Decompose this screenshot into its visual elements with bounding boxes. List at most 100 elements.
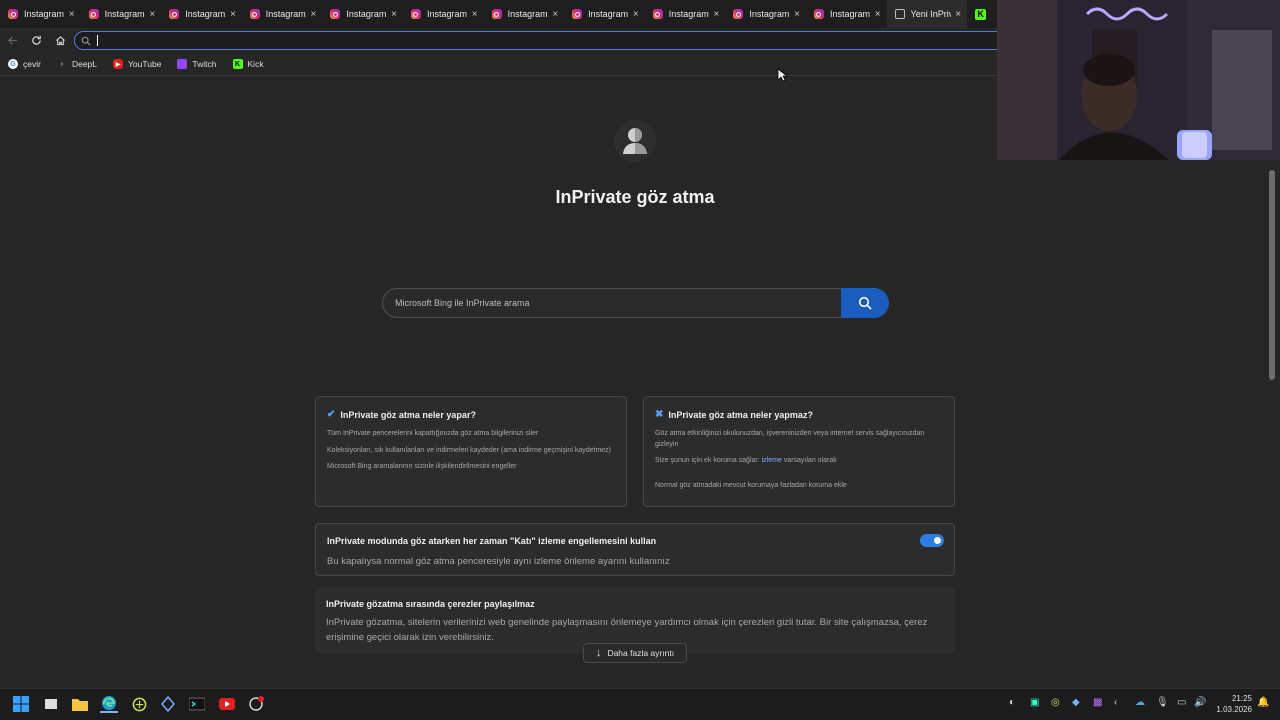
tray-app-icon[interactable]: ☁ bbox=[1135, 697, 1145, 708]
favorite-label: Kick bbox=[247, 59, 264, 69]
tab-strip: Instagram - × Instagram × Instagram × Insta… bbox=[0, 0, 1000, 28]
tab-label: Instagram bbox=[829, 9, 870, 19]
tab-instagram-4[interactable]: Instagram × bbox=[242, 0, 323, 28]
clock-time: 21:25 bbox=[1231, 694, 1252, 703]
refresh-button[interactable] bbox=[24, 28, 48, 52]
windows-icon bbox=[13, 696, 29, 712]
favorite-twitch[interactable]: Twitch bbox=[177, 59, 217, 69]
home-icon bbox=[55, 35, 65, 45]
clock[interactable]: 21:25 1.03.2026 bbox=[1206, 693, 1252, 715]
page-title: InPrivate göz atma bbox=[555, 187, 715, 207]
webcam-overlay bbox=[997, 0, 1280, 160]
setting-title: InPrivate modunda göz atarken her zaman … bbox=[327, 536, 657, 546]
search-icon bbox=[81, 36, 91, 46]
home-button[interactable] bbox=[48, 28, 72, 52]
card-item: Tüm InPrivate pencerelerini kapattığınız… bbox=[327, 430, 539, 437]
terminal-button[interactable] bbox=[188, 695, 206, 713]
close-icon[interactable]: × bbox=[311, 9, 317, 20]
edge-button[interactable] bbox=[100, 695, 118, 713]
youtube-app-button[interactable] bbox=[218, 695, 236, 713]
favorite-deepl[interactable]: › DeepL bbox=[57, 59, 97, 69]
tab-label: Instagram bbox=[265, 9, 306, 19]
start-button[interactable] bbox=[12, 695, 30, 713]
strict-tracking-setting: InPrivate modunda göz atarken her zaman … bbox=[315, 523, 955, 576]
youtube-icon: ▶ bbox=[113, 59, 124, 69]
favorite-label: Twitch bbox=[192, 59, 217, 69]
close-icon[interactable]: × bbox=[875, 9, 881, 20]
app-circle-button[interactable] bbox=[130, 695, 148, 713]
tray-app-icon[interactable]: ▩ bbox=[1093, 697, 1102, 708]
tab-label: Instagram - bbox=[24, 9, 65, 19]
strict-tracking-toggle[interactable] bbox=[920, 534, 944, 547]
clock-date: 1.03.2026 bbox=[1216, 705, 1252, 714]
tray-app-icon[interactable]: ◆ bbox=[1072, 697, 1080, 708]
favorite-google-translate[interactable]: Gçevir bbox=[8, 59, 41, 69]
search-button[interactable] bbox=[841, 288, 889, 318]
favorite-kick[interactable]: K Kick bbox=[232, 59, 264, 69]
task-view-button[interactable] bbox=[42, 695, 60, 713]
google-icon: G bbox=[8, 59, 18, 69]
tab-instagram-2[interactable]: Instagram × bbox=[81, 0, 162, 28]
setting-description: Bu kapalıysa normal göz atma penceresiyl… bbox=[327, 556, 670, 567]
tab-instagram-1[interactable]: Instagram - × bbox=[0, 0, 81, 28]
card-item: Göz atma etkinliğinizi okulunuzdan, işve… bbox=[655, 430, 925, 448]
close-icon[interactable]: × bbox=[391, 9, 397, 20]
close-icon[interactable]: × bbox=[633, 9, 639, 20]
tracking-link[interactable]: izleme bbox=[762, 457, 782, 464]
app-circle-icon bbox=[132, 697, 146, 711]
tab-instagram-5[interactable]: Instagram × bbox=[322, 0, 403, 28]
address-bar[interactable] bbox=[74, 31, 1000, 50]
card-item: Normal göz atmadaki mevcut korumaya fazl… bbox=[655, 481, 847, 489]
instagram-icon bbox=[733, 9, 744, 19]
kick-icon: K bbox=[975, 8, 987, 20]
inprivate-avatar bbox=[614, 120, 656, 162]
more-details-label: Daha fazla ayrıntı bbox=[607, 648, 675, 658]
tab-instagram-3[interactable]: Instagram × bbox=[161, 0, 242, 28]
close-icon[interactable]: × bbox=[955, 9, 961, 20]
network-icon[interactable]: ▭ bbox=[1177, 697, 1186, 708]
scrollbar-thumb[interactable] bbox=[1269, 170, 1275, 380]
close-icon[interactable]: × bbox=[552, 9, 558, 20]
close-icon[interactable]: × bbox=[149, 9, 155, 20]
instagram-icon bbox=[8, 9, 18, 19]
edge-icon bbox=[102, 696, 116, 710]
tab-instagram-6[interactable]: Instagram × bbox=[403, 0, 484, 28]
chevron-up-icon[interactable]: ‹ bbox=[1114, 697, 1117, 708]
tab-label: Instagram bbox=[426, 9, 467, 19]
tab-kick[interactable]: K bbox=[967, 0, 997, 28]
volume-icon[interactable]: 🔊 bbox=[1194, 697, 1206, 708]
close-icon[interactable]: × bbox=[794, 9, 800, 20]
search-icon bbox=[858, 296, 872, 310]
tab-instagram-10[interactable]: Instagram × bbox=[725, 0, 806, 28]
close-icon[interactable]: × bbox=[69, 9, 75, 20]
app-diamond-button[interactable] bbox=[159, 695, 177, 713]
person-icon bbox=[623, 128, 647, 154]
tray-app-icon[interactable]: ◐ bbox=[1009, 697, 1015, 708]
instagram-icon bbox=[330, 9, 341, 19]
tab-instagram-7[interactable]: Instagram × bbox=[484, 0, 565, 28]
file-explorer-button[interactable] bbox=[71, 695, 89, 713]
app-notification-button[interactable] bbox=[247, 695, 265, 713]
bing-search-input[interactable]: Microsoft Bing ile InPrivate arama bbox=[382, 288, 841, 318]
tab-inprivate[interactable]: Yeni InPrivat× bbox=[886, 0, 968, 28]
favorite-youtube[interactable]: ▶ YouTube bbox=[113, 59, 161, 69]
favorite-label: DeepL bbox=[71, 59, 98, 69]
tray-app-icon[interactable]: ◎ bbox=[1051, 697, 1060, 708]
tab-instagram-8[interactable]: Instagram × bbox=[564, 0, 645, 28]
microphone-icon[interactable]: 🎙 bbox=[1156, 697, 1169, 708]
tray-app-icon[interactable]: ▣ bbox=[1030, 697, 1039, 708]
tab-label: Instagram bbox=[668, 9, 709, 19]
more-details-button[interactable]: ↓ Daha fazla ayrıntı bbox=[583, 643, 687, 663]
notification-bell-icon[interactable]: 🔔 bbox=[1257, 697, 1269, 708]
app-notification-icon bbox=[249, 696, 264, 711]
tab-instagram-11[interactable]: Instagram × bbox=[806, 0, 887, 28]
tab-label: Instagram bbox=[104, 9, 145, 19]
tab-instagram-9[interactable]: Instagram × bbox=[645, 0, 726, 28]
tab-label: Instagram bbox=[588, 9, 629, 19]
instagram-icon bbox=[572, 9, 583, 19]
youtube-icon bbox=[219, 698, 235, 710]
back-button[interactable] bbox=[0, 28, 24, 52]
close-icon[interactable]: × bbox=[230, 9, 236, 20]
close-icon[interactable]: × bbox=[714, 9, 720, 20]
close-icon[interactable]: × bbox=[472, 9, 478, 20]
